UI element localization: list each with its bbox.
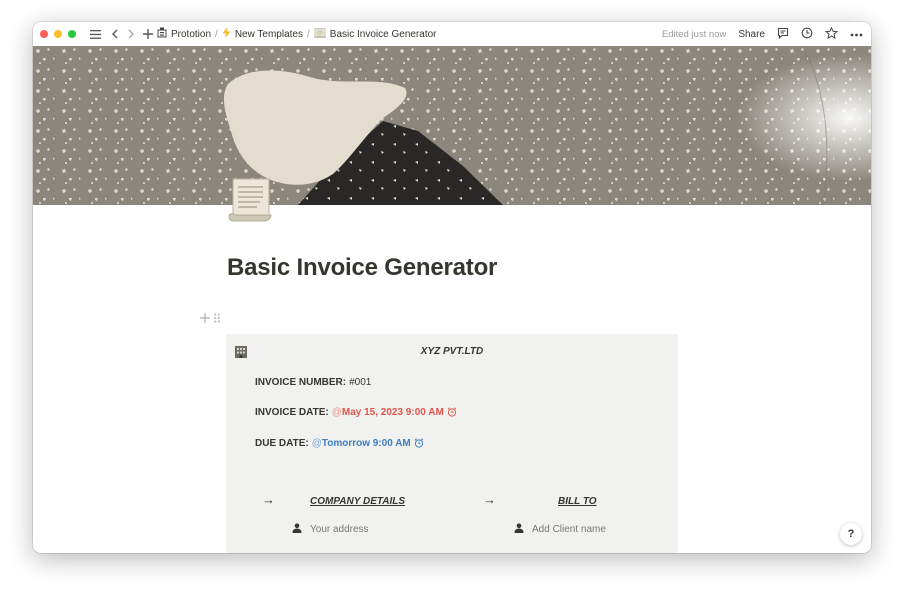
comment-icon[interactable]	[777, 27, 789, 42]
mention-prefix: @	[331, 407, 342, 418]
zoom-window-button[interactable]	[68, 30, 76, 38]
address-placeholder: Your address	[310, 524, 369, 535]
top-bar: Prototion / New Templates / Basic Invoic…	[33, 22, 871, 46]
invoice-date-mention[interactable]: @May 15, 2023 9:00 AM	[332, 407, 444, 418]
due-date-row: DUE DATE: @Tomorrow 9:00 AM	[255, 438, 424, 449]
invoice-number-row: INVOICE NUMBER: #001	[255, 377, 371, 388]
breadcrumb-separator: /	[215, 28, 218, 40]
company-name: XYZ PVT.LTD	[420, 346, 484, 357]
favorite-icon[interactable]	[824, 26, 839, 42]
breadcrumb-item-workspace[interactable]: Prototion	[157, 27, 211, 41]
bill-to-title[interactable]: BILL TO	[558, 496, 597, 507]
due-date-label: DUE DATE:	[255, 438, 309, 449]
menu-icon[interactable]	[88, 29, 102, 39]
scroll-icon	[313, 27, 326, 41]
add-icon[interactable]	[142, 29, 153, 39]
top-bar-actions: Edited just now Share	[662, 22, 863, 46]
add-block-icon[interactable]	[200, 312, 210, 326]
person-icon	[514, 523, 524, 536]
invoice-callout[interactable]: XYZ PVT.LTD INVOICE NUMBER: #001 INVOICE…	[226, 334, 678, 553]
edited-status: Edited just now	[661, 28, 727, 40]
page-title[interactable]: Basic Invoice Generator	[227, 254, 497, 282]
invoice-number-value[interactable]: #001	[349, 377, 371, 388]
breadcrumb-item-current-page[interactable]: Basic Invoice Generator	[313, 27, 437, 41]
cover-image[interactable]	[33, 46, 871, 205]
breadcrumb-item-new-templates[interactable]: New Templates	[222, 27, 303, 41]
breadcrumb-separator: /	[307, 28, 310, 40]
help-button[interactable]: ?	[840, 523, 862, 545]
window-controls	[40, 30, 76, 38]
breadcrumb-label: Prototion	[171, 28, 212, 40]
client-placeholder: Add Client name	[532, 524, 606, 535]
breadcrumb-label: Basic Invoice Generator	[329, 28, 437, 40]
breadcrumb-label: New Templates	[234, 28, 303, 40]
person-icon	[292, 523, 302, 536]
drag-handle-icon[interactable]	[214, 312, 220, 326]
alarm-clock-icon	[447, 407, 457, 418]
workspace-icon	[157, 27, 167, 41]
invoice-date-value: May 15, 2023 9:00 AM	[341, 407, 444, 418]
share-button[interactable]: Share	[738, 29, 765, 40]
invoice-number-label: INVOICE NUMBER:	[255, 377, 347, 388]
lightning-icon	[222, 27, 231, 41]
toggle-arrow-icon[interactable]: →	[483, 492, 496, 507]
breadcrumb: Prototion / New Templates / Basic Invoic…	[157, 27, 437, 41]
back-icon[interactable]	[110, 29, 120, 39]
invoice-date-label: INVOICE DATE:	[255, 407, 329, 418]
close-window-button[interactable]	[40, 30, 48, 38]
due-date-mention[interactable]: @Tomorrow 9:00 AM	[312, 438, 411, 449]
app-window: Prototion / New Templates / Basic Invoic…	[33, 22, 871, 553]
minimize-window-button[interactable]	[54, 30, 62, 38]
company-details-title[interactable]: COMPANY DETAILS	[310, 496, 405, 507]
history-icon[interactable]	[801, 27, 813, 42]
toggle-arrow-icon[interactable]: →	[262, 492, 275, 507]
mention-prefix: @	[311, 438, 322, 449]
more-icon[interactable]	[850, 29, 863, 40]
page-scroll-icon[interactable]	[227, 175, 273, 225]
alarm-clock-icon	[414, 438, 424, 449]
address-row[interactable]: Your address	[292, 523, 369, 536]
block-handle	[200, 312, 220, 326]
client-row[interactable]: Add Client name	[514, 523, 606, 536]
invoice-date-row: INVOICE DATE: @May 15, 2023 9:00 AM	[255, 407, 457, 418]
forward-icon[interactable]	[126, 29, 136, 39]
due-date-value: Tomorrow 9:00 AM	[321, 438, 411, 449]
